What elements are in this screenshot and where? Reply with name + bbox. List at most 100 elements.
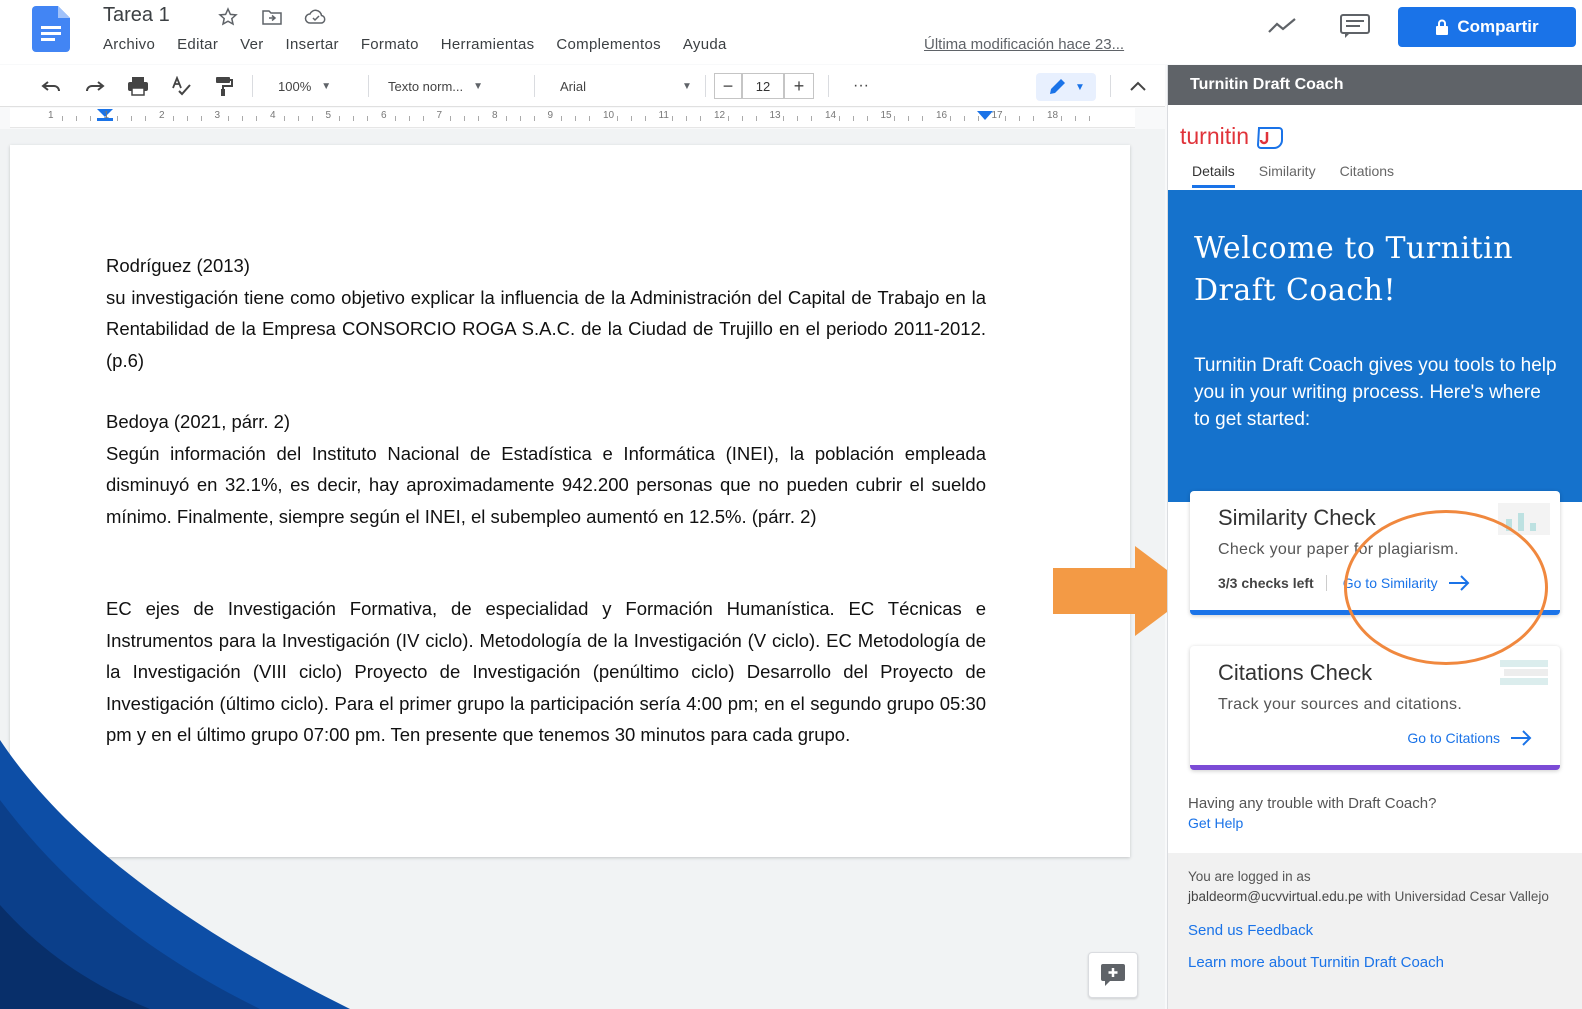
ruler-tick [408,116,410,121]
ruler-tick [852,116,854,121]
citations-subtitle: Track your sources and citations. [1218,696,1463,713]
ruler-tick [977,116,979,121]
ruler-tick [727,116,729,121]
citation-block-bedoya[interactable]: Bedoya (2021, párr. 2) Según información… [106,406,986,532]
tab-details[interactable]: Details [1192,163,1235,188]
document-title[interactable]: Tarea 1 [103,4,170,27]
last-edit-link[interactable]: Última modificación hace 23... [924,36,1124,53]
ruler-number: 5 [325,110,332,121]
ruler-number: 15 [880,110,892,121]
font-size-input[interactable]: 12 [742,73,784,99]
ruler-tick [367,116,369,121]
google-docs-icon[interactable] [32,6,70,52]
ruler-tick [1033,116,1035,121]
ruler-tick [450,116,452,121]
tab-citations[interactable]: Citations [1340,163,1394,188]
add-comment-button[interactable] [1088,952,1138,998]
login-info: You are logged in as jbaldeorm@ucvvirtua… [1168,853,1582,1009]
ruler-tick [908,116,910,121]
star-icon[interactable] [214,6,242,28]
logged-in-label: You are logged in as [1188,869,1311,884]
zoom-value: 100% [278,78,312,94]
checks-left-count: 3/3 checks left [1218,575,1327,591]
ruler-number: 14 [825,110,837,121]
menu-formato[interactable]: Formato [361,36,419,53]
sidebar-tabs: Details Similarity Citations [1192,163,1394,188]
go-to-citations-label: Go to Citations [1407,730,1500,746]
collapse-menus-icon[interactable] [1124,73,1152,99]
decrease-font-size-button[interactable]: − [714,73,742,99]
spellcheck-icon[interactable] [168,73,194,99]
comments-icon[interactable] [1337,12,1373,40]
font-select[interactable]: Arial ▼ [560,73,694,99]
activity-dashboard-icon[interactable] [1264,12,1300,40]
menu-archivo[interactable]: Archivo [103,36,155,53]
tab-similarity[interactable]: Similarity [1259,163,1316,188]
share-button[interactable]: Compartir [1398,7,1576,47]
help-section: Having any trouble with Draft Coach? Get… [1188,795,1436,831]
chevron-down-icon: ▼ [682,80,692,92]
menu-editar[interactable]: Editar [177,36,218,53]
ruler-tick [963,116,965,121]
undo-icon[interactable] [38,73,64,99]
citations-title: Citations Check [1218,660,1373,685]
ruler-tick [145,116,147,121]
go-to-citations-link[interactable]: Go to Citations [1407,730,1532,746]
editing-mode-button[interactable]: ▼ [1036,73,1096,101]
ruler-number: 7 [436,110,443,121]
paragraph-ec[interactable]: EC ejes de Investigación Formativa, de e… [106,593,986,751]
ruler-tick [797,116,799,121]
ruler-number: 18 [1047,110,1059,121]
citation-heading: Rodríguez (2013) [106,255,250,276]
ruler-tick [1005,116,1007,121]
ruler-tick [672,116,674,121]
citation-block-rodriguez[interactable]: Rodríguez (2013) su investigación tiene … [106,250,986,376]
ruler-tick [311,116,313,121]
increase-font-size-button[interactable]: + [784,73,814,99]
paragraph-style-select[interactable]: Texto norm... ▼ [388,73,518,99]
menu-ayuda[interactable]: Ayuda [683,36,727,53]
ruler-tick [297,116,299,121]
ruler-tick [755,116,757,121]
ruler-tick [561,116,563,121]
ruler-tick [228,116,230,121]
toolbar-divider [252,75,253,97]
toolbar-divider [1110,75,1111,97]
move-folder-icon[interactable] [258,6,286,28]
help-text: Having any trouble with Draft Coach? [1188,795,1437,812]
menu-insertar[interactable]: Insertar [286,36,339,53]
citations-actions: Go to Citations [1218,730,1532,746]
ruler-tick [686,116,688,121]
menu-herramientas[interactable]: Herramientas [441,36,535,53]
horizontal-ruler[interactable]: 1 1 2 3 4 5 6 7 8 9 10 11 12 13 14 15 16 17 18 [10,108,1135,128]
menu-complementos[interactable]: Complementos [556,36,660,53]
more-options-button[interactable]: ··· [848,73,874,99]
ruler-tick [172,116,174,121]
ruler-number: 13 [769,110,781,121]
paint-format-icon[interactable] [210,73,236,99]
print-icon[interactable] [124,73,152,99]
ruler-tick [1074,116,1076,121]
get-help-link[interactable]: Get Help [1188,815,1436,831]
ruler-tick [519,116,521,121]
ruler-tick [811,116,813,121]
ruler-tick [644,116,646,121]
citation-body: su investigación tiene como objetivo exp… [106,286,986,371]
redo-icon[interactable] [82,73,108,99]
ruler-tick [949,116,951,121]
ruler-tick [505,116,507,121]
app-header: Tarea 1 Archivo Editar Ver Insertar Form… [0,0,1582,64]
ruler-tick [533,116,535,121]
zoom-select[interactable]: 100% ▼ [278,73,356,99]
menu-ver[interactable]: Ver [240,36,263,53]
ruler-tick [89,116,91,121]
cloud-status-icon[interactable] [302,6,330,28]
ruler-number: 11 [658,110,669,121]
citations-check-card[interactable]: Citations Check Track your sources and c… [1190,646,1560,770]
ruler-number: 12 [714,110,726,121]
ruler-tick [242,116,244,121]
menu-bar: Archivo Editar Ver Insertar Formato Herr… [103,36,727,53]
send-feedback-link[interactable]: Send us Feedback [1188,921,1563,941]
learn-more-link[interactable]: Learn more about Turnitin Draft Coach [1188,953,1563,973]
ruler-number: 9 [547,110,554,121]
